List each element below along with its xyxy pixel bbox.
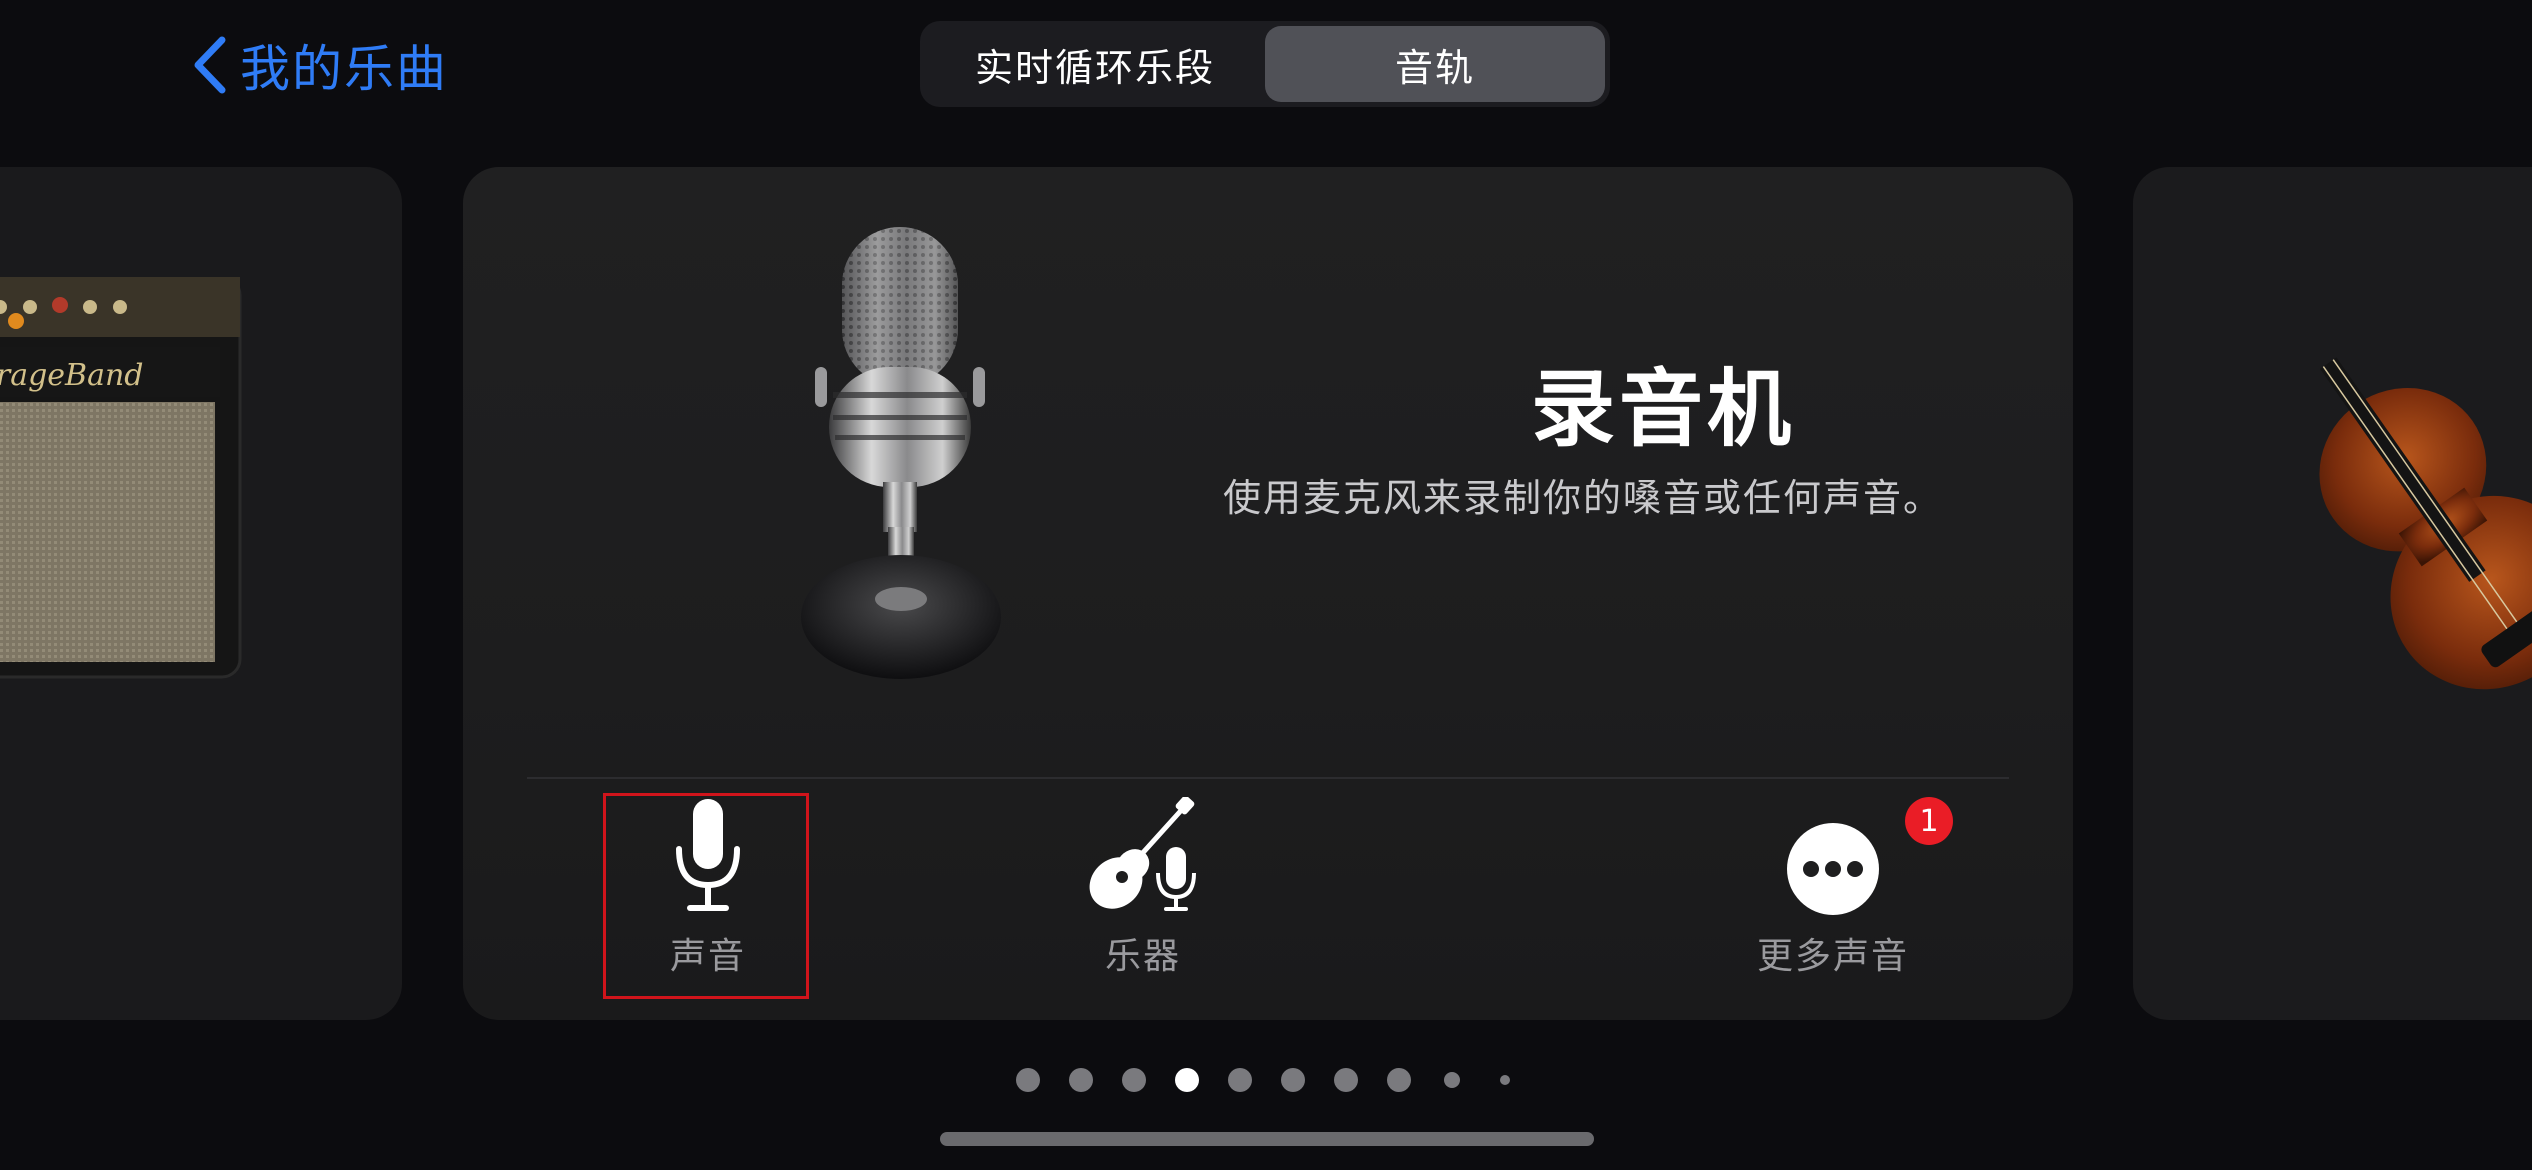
guitar-microphone-icon	[1089, 797, 1196, 911]
option-more-sounds[interactable]: 1 更多声音	[1733, 797, 1953, 1002]
page-dot[interactable]	[1443, 1072, 1460, 1088]
notification-badge: 1	[1905, 797, 1953, 845]
page-dot[interactable]	[1333, 1068, 1358, 1092]
page-indicator[interactable]	[0, 1068, 2532, 1092]
card-description: 使用麦克风来录制你的嗓音或任何声音。	[1222, 476, 1943, 520]
divider	[527, 777, 2009, 779]
option-more-sounds-label: 更多声音	[1756, 936, 1909, 977]
option-voice-label: 声音	[669, 936, 746, 977]
page-dot[interactable]	[1499, 1075, 1510, 1085]
card-title: 录音机	[1530, 360, 1795, 458]
back-button[interactable]: 我的乐曲	[190, 30, 448, 100]
page-dot[interactable]	[1068, 1068, 1093, 1092]
page-dot[interactable]	[1015, 1068, 1040, 1092]
page-dot-active[interactable]	[1174, 1068, 1199, 1092]
page-dot[interactable]	[1280, 1068, 1305, 1092]
option-voice[interactable]: 声音	[603, 797, 813, 1002]
option-instrument[interactable]: 乐器	[1023, 797, 1263, 1002]
segment-live-loops[interactable]: 实时循环乐段	[925, 26, 1265, 102]
option-instrument-label: 乐器	[1104, 936, 1181, 977]
card-amp-partial[interactable]: GarageBand	[0, 167, 402, 1020]
violin-image	[2319, 357, 2532, 690]
amp-brand-text: GarageBand	[0, 358, 144, 393]
home-indicator[interactable]	[940, 1132, 1594, 1146]
segmented-control: 实时循环乐段 音轨	[920, 21, 1610, 107]
microphone-icon	[676, 799, 740, 911]
screen: 我的乐曲 实时循环乐段 音轨 GarageBand	[0, 0, 2532, 1170]
back-label: 我的乐曲	[240, 40, 448, 98]
vintage-microphone-image	[801, 227, 1001, 679]
card-audio-recorder[interactable]: 录音机 使用麦克风来录制你的嗓音或任何声音。 声音 乐器 1 更多声音	[463, 167, 2073, 1020]
page-dot[interactable]	[1386, 1068, 1411, 1092]
page-dot[interactable]	[1121, 1068, 1146, 1092]
segment-tracks[interactable]: 音轨	[1265, 26, 1605, 102]
more-icon	[1787, 823, 1879, 915]
chevron-left-icon	[194, 36, 226, 94]
guitar-amp-image: GarageBand	[0, 277, 242, 679]
card-strings-partial[interactable]	[2133, 167, 2532, 1020]
page-dot[interactable]	[1227, 1068, 1252, 1092]
